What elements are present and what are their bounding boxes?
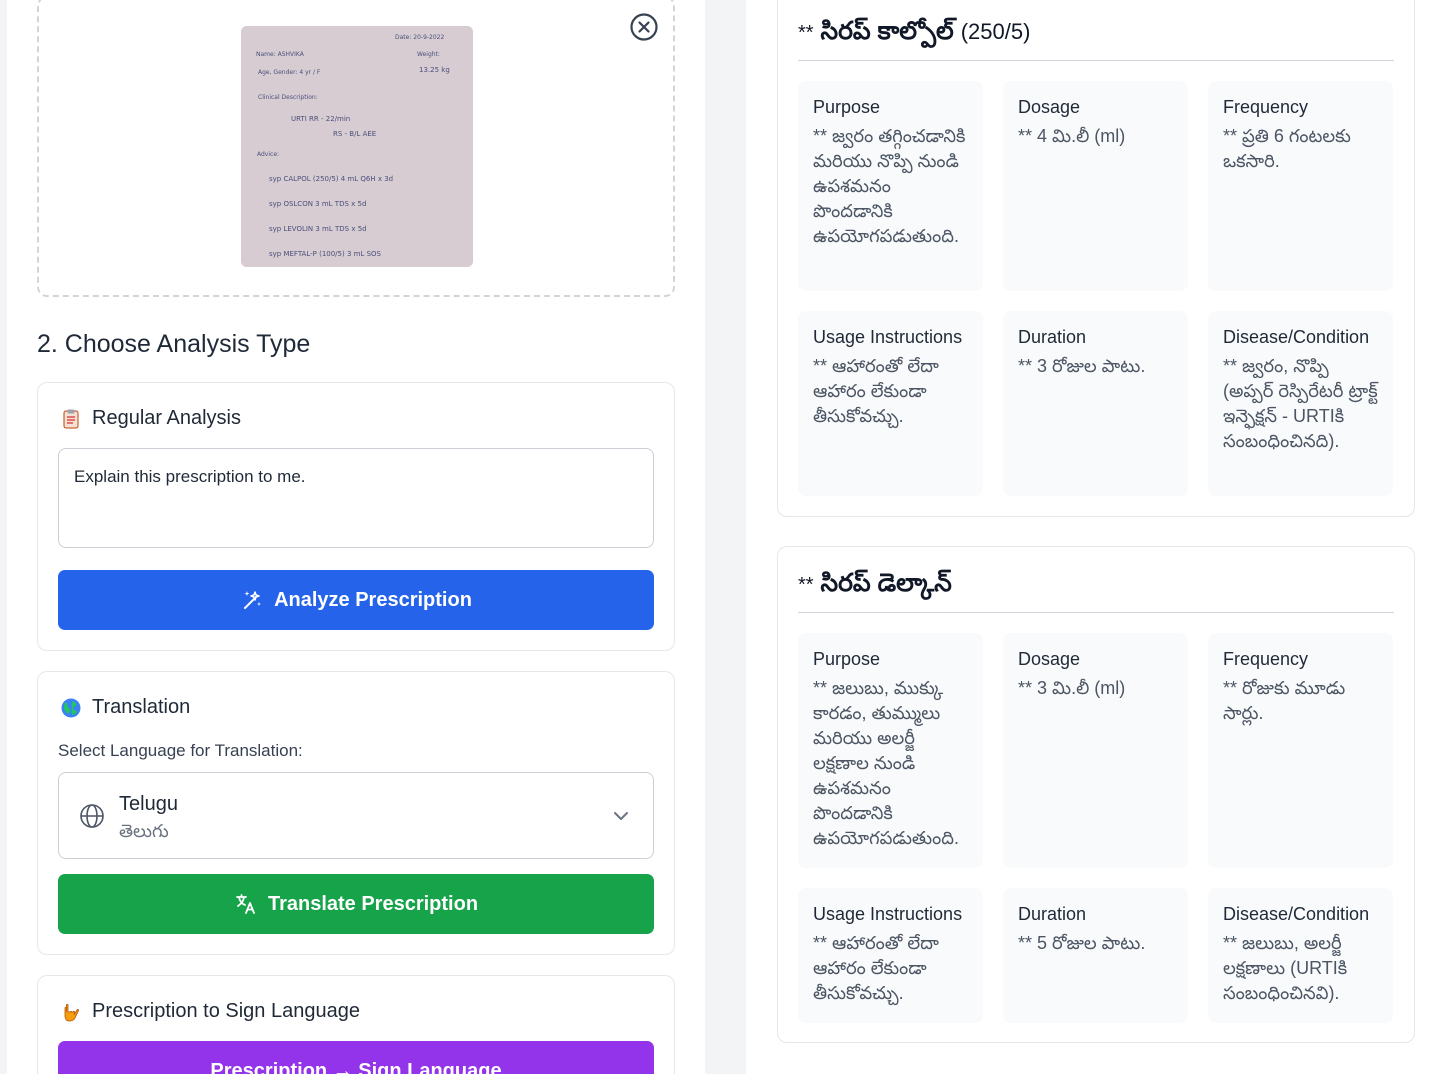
rx-name: Name: ASHVIKA xyxy=(256,51,305,58)
medicine-strength: (250/5) xyxy=(960,19,1031,44)
language-select[interactable]: Telugu తెలుగు xyxy=(58,772,654,859)
info-label: Dosage xyxy=(1018,97,1081,117)
medicine-title: ** సిరప్ కాల్పోల్ (250/5) xyxy=(798,17,1030,52)
medicine-name: సిరప్ కాల్పోల్ xyxy=(820,17,954,45)
globe-emoji-icon xyxy=(61,698,81,717)
left-panel: Date: 20-9-2022 Name: ASHVIKA Weight: Ag… xyxy=(7,0,705,1074)
info-label: Disease/Condition xyxy=(1223,327,1370,347)
info-usage: Usage Instructions ** ఆహారంతో లేదా ఆహారం… xyxy=(798,888,983,1023)
info-value: ** జ్వరం, నొప్పి (అప్పర్ రెస్పిరేటరీ ట్ర… xyxy=(1223,356,1378,451)
translate-prescription-button[interactable]: Translate Prescription xyxy=(58,874,654,934)
analyze-prescription-button[interactable]: Analyze Prescription xyxy=(58,570,654,630)
info-label: Usage Instructions xyxy=(813,327,963,347)
translate-button-label: Translate Prescription xyxy=(267,892,479,915)
regular-analysis-title: Regular Analysis xyxy=(92,407,241,429)
translate-icon xyxy=(236,894,255,914)
info-label: Disease/Condition xyxy=(1223,904,1370,924)
info-value: ** ప్రతి 6 గంటలకు ఒకసారి. xyxy=(1223,126,1351,171)
info-purpose: Purpose ** జలుబు, ముక్కు కారడం, తుమ్ములు… xyxy=(798,633,983,868)
info-value: ** ఆహారంతో లేదా ఆహారం లేకుండా తీసుకోవచ్చ… xyxy=(813,933,939,1003)
regular-analysis-header: Regular Analysis xyxy=(60,407,241,430)
rx-date: Date: 20-9-2022 xyxy=(395,34,445,41)
info-dosage: Dosage ** 3 మి.లీ (ml) xyxy=(1003,633,1188,868)
info-dosage: Dosage ** 4 మి.లీ (ml) xyxy=(1003,81,1188,291)
language-select-label: Select Language for Translation: xyxy=(58,741,303,760)
info-label: Usage Instructions xyxy=(813,904,963,924)
sign-language-header: Prescription to Sign Language xyxy=(60,1000,360,1023)
hand-sign-icon xyxy=(64,1003,79,1021)
info-value: ** జలుబు, అలర్జీ లక్షణాలు (URTIకి సంబంధి… xyxy=(1223,933,1348,1003)
info-usage: Usage Instructions ** ఆహారంతో లేదా ఆహారం… xyxy=(798,311,983,496)
info-value: ** 3 మి.లీ (ml) xyxy=(1018,678,1126,698)
clipboard-icon xyxy=(63,409,79,428)
rx-clinical-label: Clinical Description: xyxy=(258,94,318,101)
rx-line4: syp MEFTAL-P (100/5) 3 mL SOS xyxy=(269,250,382,258)
info-label: Frequency xyxy=(1223,649,1309,669)
rx-weight-label: Weight: xyxy=(417,51,440,58)
translation-header: Translation xyxy=(60,696,190,719)
rx-age-gender: Age, Gender: 4 yr / F xyxy=(258,69,321,76)
rx-weight: 13.25 kg xyxy=(419,66,450,74)
sign-language-button[interactable]: Prescription → Sign Language xyxy=(58,1041,654,1074)
medicine-name: సిరప్ డెల్కాన్ xyxy=(820,569,952,597)
right-panel: ** సిరప్ కాల్పోల్ (250/5) Purpose ** జ్వ… xyxy=(746,0,1430,1074)
info-duration: Duration ** 3 రోజుల పాటు. xyxy=(1003,311,1188,496)
chevron-down-icon xyxy=(614,812,628,820)
info-label: Frequency xyxy=(1223,97,1309,117)
analysis-prompt-input[interactable]: Explain this prescription to me. xyxy=(58,448,654,548)
divider xyxy=(798,60,1394,61)
info-condition: Disease/Condition ** జలుబు, అలర్జీ లక్షణ… xyxy=(1208,888,1393,1023)
selected-language-name: Telugu xyxy=(119,793,178,815)
selected-language-native: తెలుగు xyxy=(119,821,169,841)
regular-analysis-card: Regular Analysis Explain this prescripti… xyxy=(37,382,675,651)
medicine-prefix: ** xyxy=(798,574,814,596)
info-frequency: Frequency ** రోజుకు మూడు సార్లు. xyxy=(1208,633,1393,868)
rx-dx1: URTI RR - 22/min xyxy=(291,115,350,123)
sparkles-icon xyxy=(244,591,262,609)
rx-line2: syp OSLCON 3 mL TDS x 5d xyxy=(269,200,366,208)
analysis-section-title: 2. Choose Analysis Type xyxy=(37,330,311,358)
info-label: Duration xyxy=(1018,904,1087,924)
medicine-prefix: ** xyxy=(798,22,814,44)
info-purpose: Purpose ** జ్వరం తగ్గించడానికి మరియు నొప… xyxy=(798,81,983,291)
sign-button-label: Prescription → Sign Language xyxy=(210,1059,502,1074)
close-icon[interactable] xyxy=(629,12,659,42)
sign-language-title: Prescription to Sign Language xyxy=(92,1000,360,1022)
translation-card: Translation Select Language for Translat… xyxy=(37,671,675,955)
info-label: Dosage xyxy=(1018,649,1081,669)
info-value: ** జలుబు, ముక్కు కారడం, తుమ్ములు మరియు అ… xyxy=(813,678,959,848)
info-value: ** జ్వరం తగ్గించడానికి మరియు నొప్పి నుండ… xyxy=(813,126,966,246)
medicine-card: ** సిరప్ కాల్పోల్ (250/5) Purpose ** జ్వ… xyxy=(777,0,1415,517)
info-value: ** 4 మి.లీ (ml) xyxy=(1018,126,1126,146)
sign-language-card: Prescription to Sign Language Prescripti… xyxy=(37,975,675,1074)
info-duration: Duration ** 5 రోజుల పాటు. xyxy=(1003,888,1188,1023)
analyze-button-label: Analyze Prescription xyxy=(274,588,472,611)
prescription-photo: Date: 20-9-2022 Name: ASHVIKA Weight: Ag… xyxy=(241,26,473,267)
medicine-title: ** సిరప్ డెల్కాన్ xyxy=(798,569,952,604)
info-value: ** రోజుకు మూడు సార్లు. xyxy=(1223,678,1346,723)
info-value: ** 5 రోజుల పాటు. xyxy=(1018,933,1146,953)
rx-line1: syp CALPOL (250/5) 4 mL Q6H x 3d xyxy=(269,175,393,183)
prescription-image: Date: 20-9-2022 Name: ASHVIKA Weight: Ag… xyxy=(241,26,473,267)
upload-dropzone[interactable]: Date: 20-9-2022 Name: ASHVIKA Weight: Ag… xyxy=(37,0,675,297)
info-label: Duration xyxy=(1018,327,1087,347)
divider xyxy=(798,612,1394,613)
rx-dx2: RS - B/L AEE xyxy=(333,130,376,138)
rx-advice-label: Advice: xyxy=(257,151,279,158)
medicine-card: ** సిరప్ డెల్కాన్ Purpose ** జలుబు, ముక్… xyxy=(777,546,1415,1043)
globe-icon xyxy=(80,804,104,828)
info-value: ** 3 రోజుల పాటు. xyxy=(1018,356,1146,376)
translation-title: Translation xyxy=(92,696,191,718)
info-condition: Disease/Condition ** జ్వరం, నొప్పి (అప్ప… xyxy=(1208,311,1393,496)
info-frequency: Frequency ** ప్రతి 6 గంటలకు ఒకసారి. xyxy=(1208,81,1393,291)
info-label: Purpose xyxy=(813,97,881,117)
info-value: ** ఆహారంతో లేదా ఆహారం లేకుండా తీసుకోవచ్చ… xyxy=(813,356,939,426)
rx-line3: syp LEVOLIN 3 mL TDS x 5d xyxy=(269,225,367,233)
info-label: Purpose xyxy=(813,649,881,669)
